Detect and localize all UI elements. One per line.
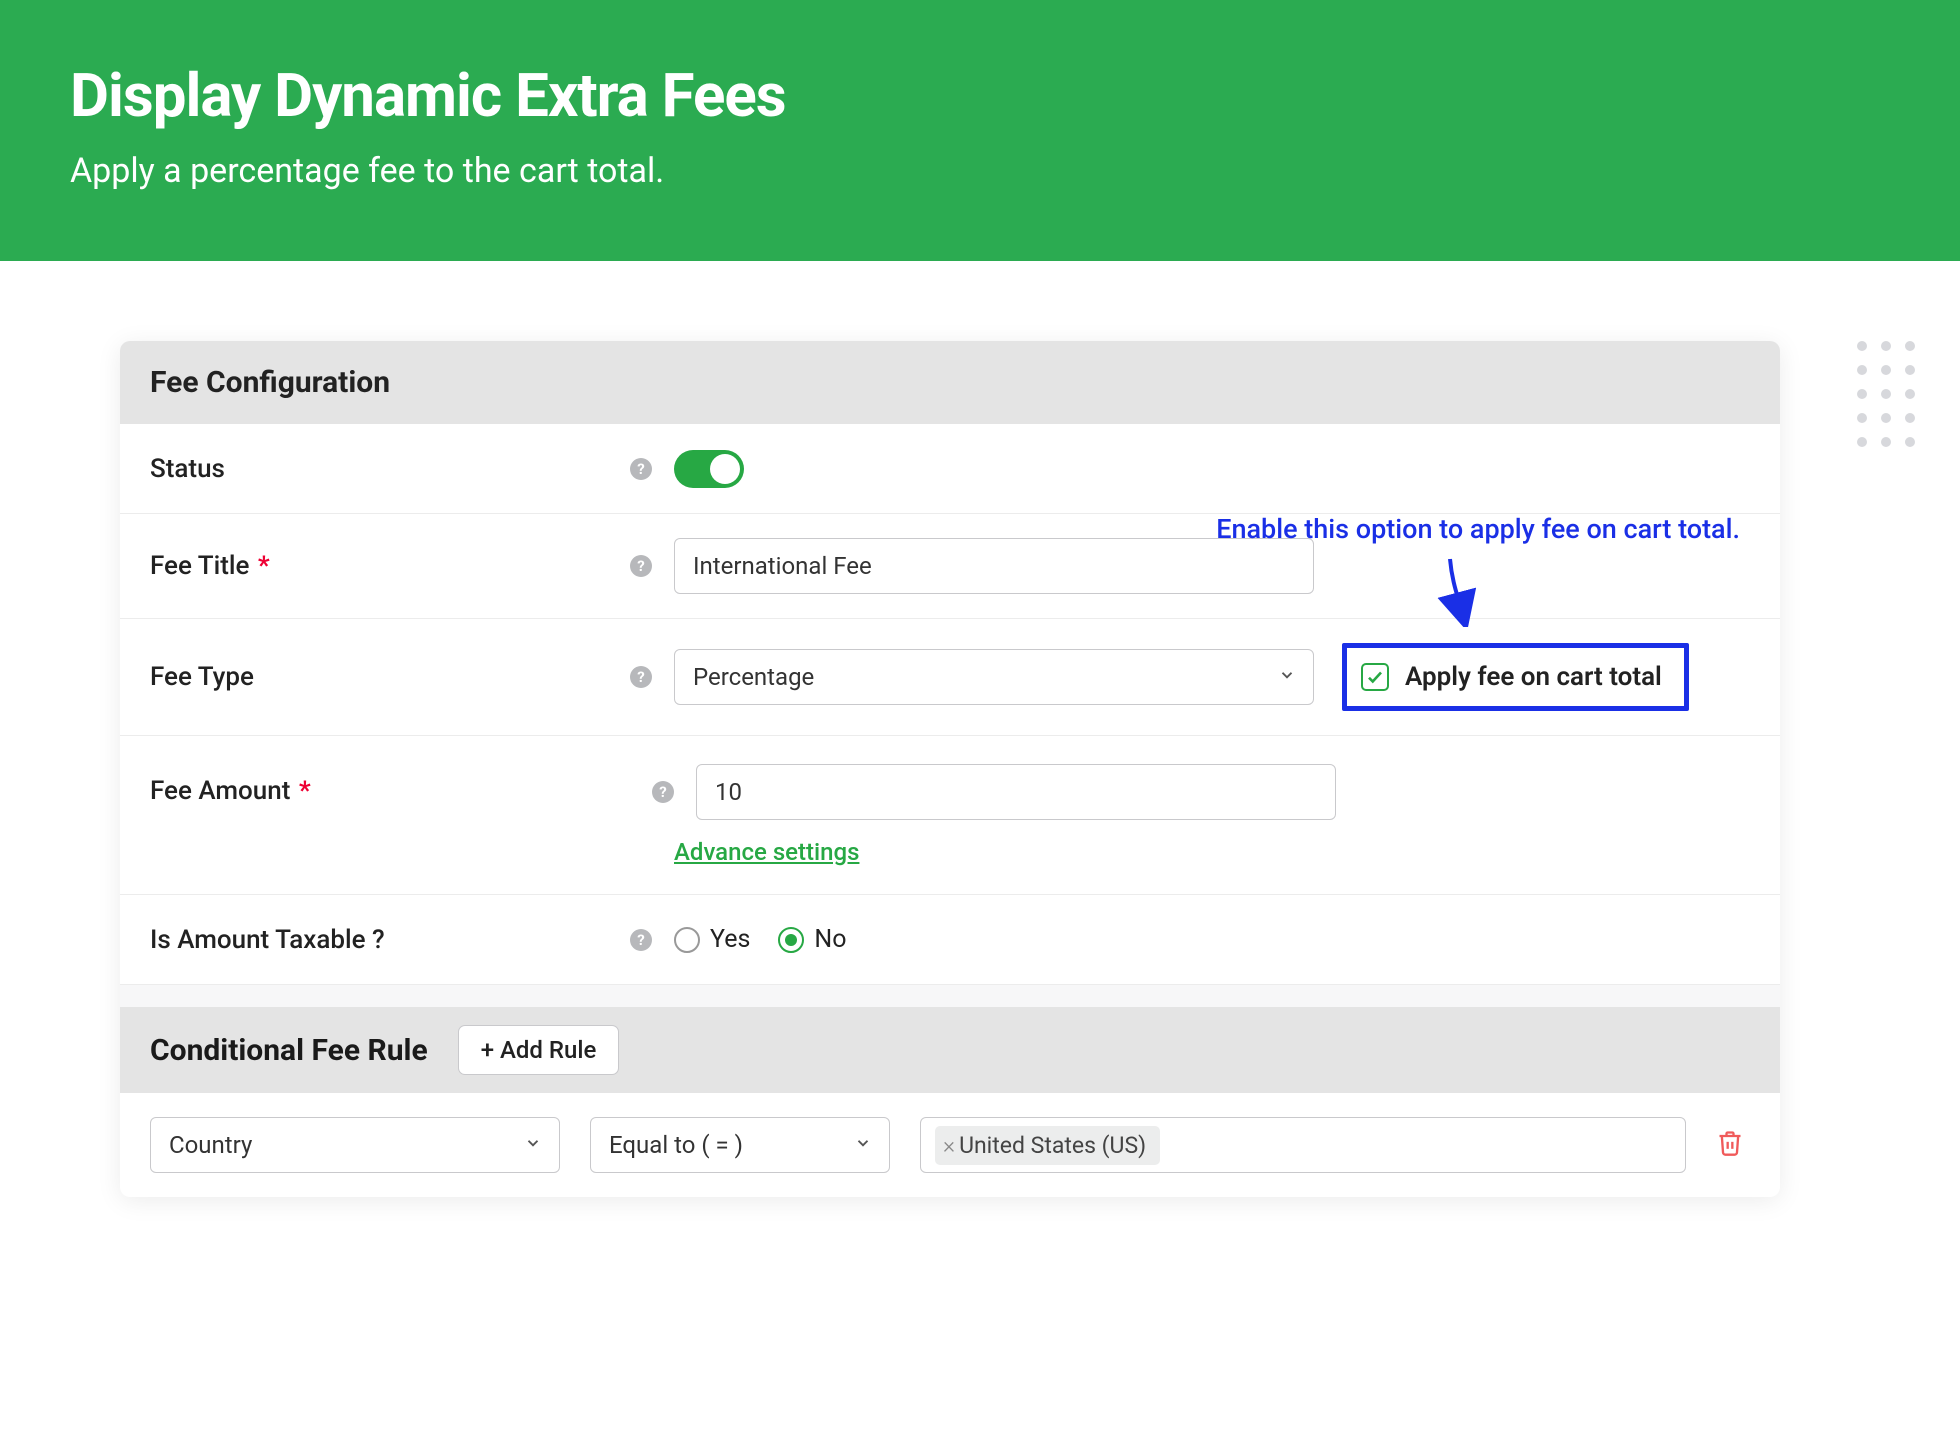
rule-value-input[interactable]: × United States (US) <box>920 1117 1686 1173</box>
taxable-no-label: No <box>814 925 846 954</box>
row-fee-type: Fee Type ? Percentage Apply fee on cart … <box>120 619 1780 736</box>
conditional-rule-header: Conditional Fee Rule + Add Rule <box>120 1007 1780 1093</box>
apply-fee-cart-total-group: Apply fee on cart total <box>1342 643 1689 711</box>
help-icon[interactable]: ? <box>652 781 674 803</box>
fee-title-input[interactable] <box>674 538 1314 594</box>
rule-row: Country Equal to ( = ) × United States (… <box>120 1093 1780 1197</box>
help-icon[interactable]: ? <box>630 555 652 577</box>
page-subtitle: Apply a percentage fee to the cart total… <box>70 151 1890 191</box>
required-asterisk: * <box>251 551 269 581</box>
fee-type-select[interactable]: Percentage <box>674 649 1314 705</box>
fee-title-label: Fee Title * <box>150 551 630 581</box>
row-taxable: Is Amount Taxable ? ? Yes No <box>120 895 1780 985</box>
taxable-no-radio[interactable] <box>778 927 804 953</box>
fee-amount-input[interactable] <box>696 764 1336 820</box>
required-asterisk: * <box>292 776 310 806</box>
taxable-yes-label: Yes <box>710 925 750 954</box>
conditional-rule-title: Conditional Fee Rule <box>150 1033 428 1068</box>
decorative-dots <box>1857 341 1915 447</box>
toggle-knob <box>710 454 740 484</box>
page-title: Display Dynamic Extra Fees <box>70 60 1890 131</box>
rule-value-tag: × United States (US) <box>935 1126 1160 1165</box>
content: Fee Configuration Status ? Fee Title * ? <box>0 261 1960 1237</box>
callout-text: Enable this option to apply fee on cart … <box>1216 513 1740 545</box>
help-icon[interactable]: ? <box>630 929 652 951</box>
fee-amount-label: Fee Amount * <box>150 764 630 806</box>
page-header: Display Dynamic Extra Fees Apply a perce… <box>0 0 1960 261</box>
advance-settings-link[interactable]: Advance settings <box>674 838 1358 866</box>
rule-operator-select[interactable]: Equal to ( = ) <box>590 1117 890 1173</box>
row-status: Status ? <box>120 424 1780 514</box>
fee-config-title: Fee Configuration <box>150 365 390 400</box>
callout-arrow-icon <box>1430 557 1490 631</box>
fee-config-header: Fee Configuration <box>120 341 1780 424</box>
status-toggle[interactable] <box>674 450 744 488</box>
trash-icon <box>1716 1129 1744 1157</box>
rule-value-text: United States (US) <box>959 1132 1146 1159</box>
help-icon[interactable]: ? <box>630 458 652 480</box>
taxable-yes-radio[interactable] <box>674 927 700 953</box>
help-icon[interactable]: ? <box>630 666 652 688</box>
rule-field-select[interactable]: Country <box>150 1117 560 1173</box>
taxable-label: Is Amount Taxable ? <box>150 925 630 955</box>
row-fee-amount: Fee Amount * ? Advance settings <box>120 736 1780 895</box>
apply-fee-cart-total-checkbox[interactable] <box>1361 663 1389 691</box>
section-divider <box>120 985 1780 1007</box>
fee-config-panel: Fee Configuration Status ? Fee Title * ? <box>120 341 1780 1197</box>
fee-type-label: Fee Type <box>150 662 630 692</box>
tag-remove-icon[interactable]: × <box>943 1132 955 1159</box>
add-rule-button[interactable]: + Add Rule <box>458 1025 620 1075</box>
apply-fee-cart-total-label: Apply fee on cart total <box>1405 662 1662 692</box>
delete-rule-button[interactable] <box>1716 1129 1744 1161</box>
check-icon <box>1366 668 1384 686</box>
status-label: Status <box>150 454 630 484</box>
